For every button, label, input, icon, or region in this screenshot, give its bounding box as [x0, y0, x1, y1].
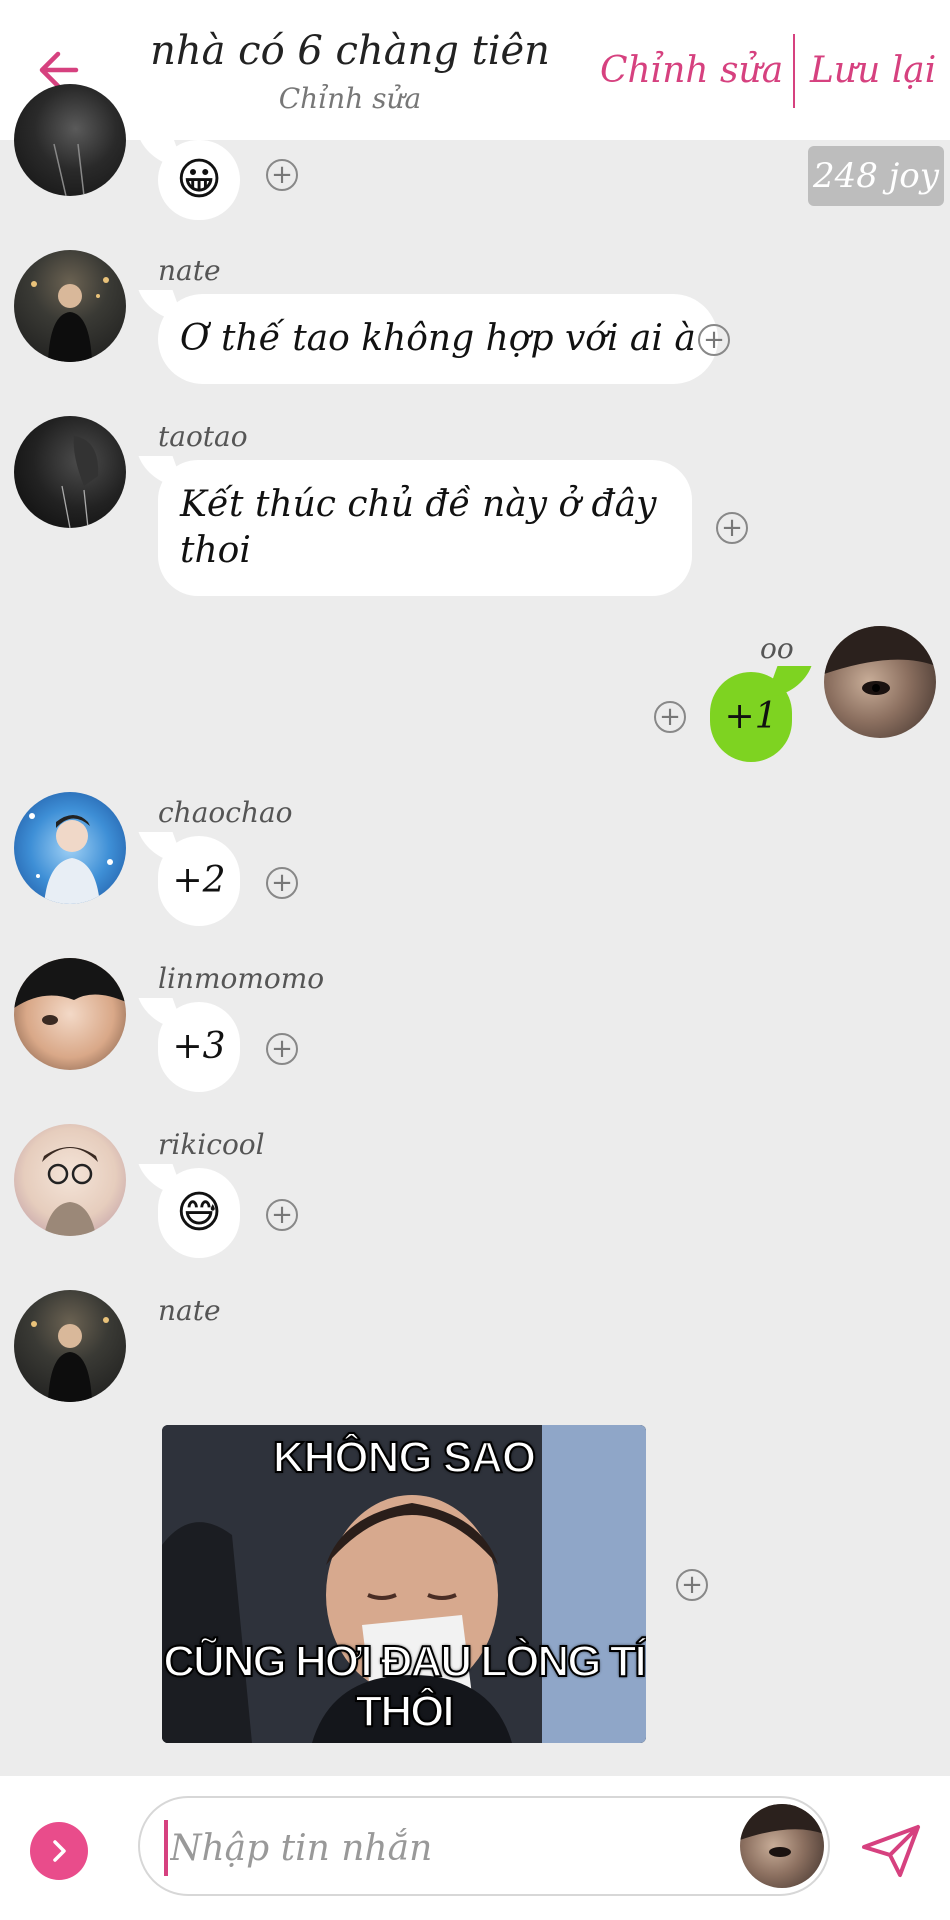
meme-caption-bottom: CŨNG HƠI ĐAU LÒNG TÍ THÔI [162, 1636, 646, 1737]
message-text: +1 [724, 696, 778, 737]
grinning-face-emoji: 😀 [176, 154, 222, 205]
sweat-smile-emoji: 😅 [176, 1187, 222, 1238]
message-text-line2: thoi [180, 530, 251, 571]
sender-name: nate [158, 254, 221, 287]
avatar-taotao-top[interactable] [14, 84, 126, 196]
message-text: Ơ thế tao không hợp với ai à [180, 318, 696, 359]
message-bubble[interactable]: +2 [158, 836, 240, 926]
avatar-nate[interactable] [14, 1290, 126, 1402]
sender-name: chaochao [158, 796, 293, 829]
plus-circle-icon[interactable]: + [266, 159, 298, 191]
message-bubble[interactable]: 😅 [158, 1168, 240, 1258]
plus-circle-icon[interactable]: + [654, 701, 686, 733]
message-text-line1: Kết thúc chủ đề này ở đây [180, 484, 657, 525]
sender-name: rikicool [158, 1128, 265, 1161]
message-bubble[interactable]: +3 [158, 1002, 240, 1092]
avatar-taotao[interactable] [14, 416, 126, 528]
message-input[interactable] [164, 1820, 724, 1876]
avatar-chaochao[interactable] [14, 792, 126, 904]
joy-badge: 248 joy [808, 146, 944, 206]
own-message-bubble[interactable]: +1 [710, 672, 792, 762]
message-text: +3 [172, 1026, 226, 1067]
send-button[interactable] [858, 1818, 924, 1884]
chevron-right-icon [53, 1840, 66, 1862]
header-divider [793, 34, 795, 108]
composer-avatar[interactable] [740, 1804, 824, 1888]
avatar-rikicool[interactable] [14, 1124, 126, 1236]
chat-subtitle: Chỉnh sửa [278, 82, 422, 115]
message-input-container [138, 1796, 830, 1896]
plus-circle-icon[interactable]: + [716, 512, 748, 544]
edit-button[interactable]: Chỉnh sửa [600, 50, 783, 91]
avatar-nate[interactable] [14, 250, 126, 362]
chat-title: nhà có 6 chàng tiên [150, 28, 550, 74]
plus-circle-icon[interactable]: + [698, 324, 730, 356]
expand-button[interactable] [30, 1822, 88, 1880]
message-text: +2 [172, 860, 226, 901]
meme-caption-top: KHÔNG SAO [272, 1432, 537, 1483]
sender-name: taotao [158, 420, 248, 453]
sender-name: oo [760, 632, 794, 665]
plus-circle-icon[interactable]: + [266, 867, 298, 899]
plus-circle-icon[interactable]: + [266, 1033, 298, 1065]
sender-name: linmomomo [158, 962, 325, 995]
meme-image[interactable]: KHÔNG SAO CŨNG HƠI ĐAU LÒNG TÍ THÔI [162, 1425, 646, 1743]
sender-name: nate [158, 1294, 221, 1327]
save-button[interactable]: Lưu lại [810, 50, 936, 91]
avatar-linmomomo[interactable] [14, 958, 126, 1070]
chat-header: nhà có 6 chàng tiên Chỉnh sửa Chỉnh sửa … [0, 0, 950, 140]
message-bubble[interactable]: Ơ thế tao không hợp với ai à [158, 294, 718, 384]
message-bubble[interactable]: Kết thúc chủ đề này ở đây thoi [158, 460, 692, 596]
send-icon [862, 1825, 920, 1877]
plus-circle-icon[interactable]: + [676, 1569, 708, 1601]
plus-circle-icon[interactable]: + [266, 1199, 298, 1231]
avatar-oo[interactable] [824, 626, 936, 738]
message-bubble[interactable]: 😀 [158, 140, 240, 220]
